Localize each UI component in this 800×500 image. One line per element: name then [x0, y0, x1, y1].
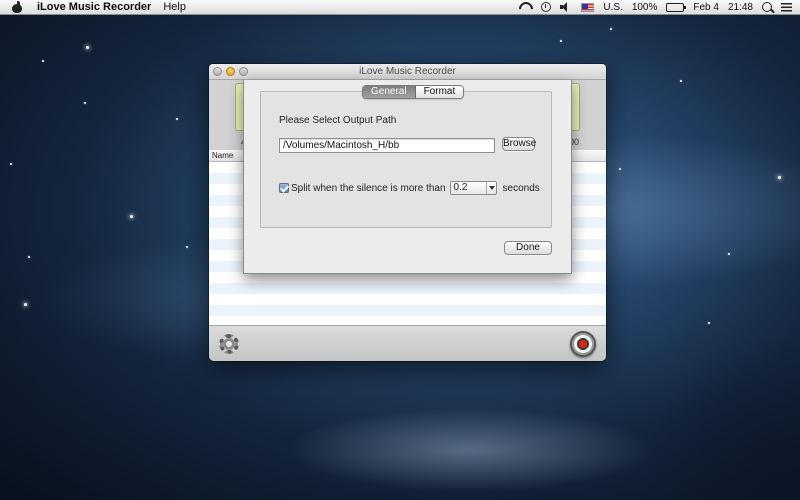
menu-bar: iLove Music Recorder Help U.S. 100% Feb … — [0, 0, 800, 15]
star — [186, 246, 188, 248]
done-button[interactable]: Done — [504, 241, 552, 255]
star — [778, 176, 781, 179]
star — [728, 253, 730, 255]
general-tab-panel: Please Select Output Path Browse Split w… — [260, 91, 552, 228]
title-bar[interactable]: iLove Music Recorder — [209, 64, 606, 80]
split-silence-label[interactable]: Split when the silence is more than — [291, 183, 446, 194]
window-controls — [213, 67, 248, 76]
window-title: iLove Music Recorder — [359, 66, 456, 77]
battery-icon[interactable] — [666, 2, 687, 12]
menu-date[interactable]: Feb 4 — [693, 2, 719, 13]
volume-icon[interactable] — [560, 2, 572, 12]
silence-threshold-value: 0.2 — [453, 182, 468, 193]
split-silence-checkbox[interactable] — [279, 183, 289, 193]
settings-gear-icon[interactable] — [219, 334, 239, 354]
notification-center-icon[interactable] — [781, 2, 792, 12]
star — [10, 163, 12, 165]
menu-time[interactable]: 21:48 — [728, 2, 753, 13]
zoom-window-button[interactable] — [239, 67, 248, 76]
star — [24, 303, 27, 306]
star — [619, 168, 621, 170]
tab-format[interactable]: Format — [415, 86, 464, 98]
menu-help[interactable]: Help — [163, 1, 186, 13]
star — [610, 28, 612, 30]
input-source-label[interactable]: U.S. — [603, 2, 622, 13]
star — [560, 40, 562, 42]
battery-percent[interactable]: 100% — [632, 2, 658, 13]
close-window-button[interactable] — [213, 67, 222, 76]
star — [42, 60, 44, 62]
seconds-label: seconds — [502, 182, 540, 194]
star — [130, 215, 133, 218]
output-path-label: Please Select Output Path — [279, 115, 397, 126]
status-menus: U.S. 100% Feb 4 21:48 — [518, 2, 800, 13]
split-silence-row: Split when the silence is more than 0.2 … — [279, 181, 540, 195]
wifi-icon[interactable] — [518, 2, 532, 12]
star — [176, 118, 178, 120]
minimize-window-button[interactable] — [226, 67, 235, 76]
us-flag-icon[interactable] — [581, 2, 595, 12]
browse-button[interactable]: Browse — [502, 137, 536, 151]
preferences-sheet: General Format Please Select Output Path… — [243, 80, 572, 274]
column-header-name[interactable]: Name — [212, 151, 233, 160]
menu-app-name[interactable]: iLove Music Recorder — [37, 1, 151, 13]
time-machine-icon[interactable] — [541, 2, 552, 12]
apple-menu-icon[interactable] — [12, 1, 23, 13]
bottom-toolbar — [209, 325, 606, 361]
output-path-input[interactable] — [279, 138, 495, 153]
chevron-down-icon[interactable] — [485, 182, 496, 194]
star — [708, 322, 710, 324]
spotlight-search-icon[interactable] — [762, 2, 772, 12]
star — [28, 256, 30, 258]
silence-threshold-select[interactable]: 0.2 — [449, 181, 497, 195]
tab-bar: General Format — [362, 85, 465, 99]
record-button[interactable] — [570, 331, 596, 357]
tab-general[interactable]: General — [363, 86, 416, 98]
star — [86, 46, 89, 49]
star — [84, 102, 86, 104]
star — [680, 80, 682, 82]
